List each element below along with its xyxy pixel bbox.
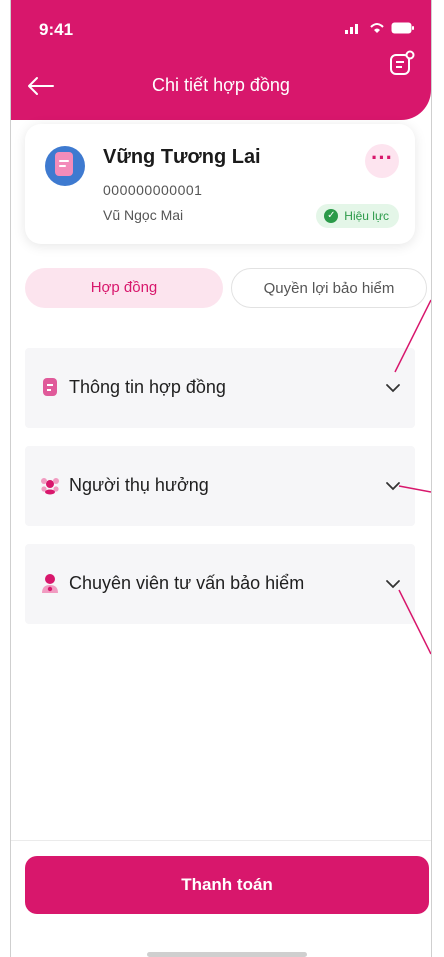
pay-button[interactable]: Thanh toán (25, 856, 429, 914)
annotation-line (398, 485, 431, 493)
annotation-line (394, 299, 431, 373)
home-indicator (147, 952, 307, 957)
annotation-line (398, 589, 431, 655)
phone-screen: 9:41 Chi tiết hợp đồng Vững Tương Lai 00… (10, 0, 432, 957)
annotation-lines (394, 299, 431, 655)
footer-divider (11, 840, 431, 841)
